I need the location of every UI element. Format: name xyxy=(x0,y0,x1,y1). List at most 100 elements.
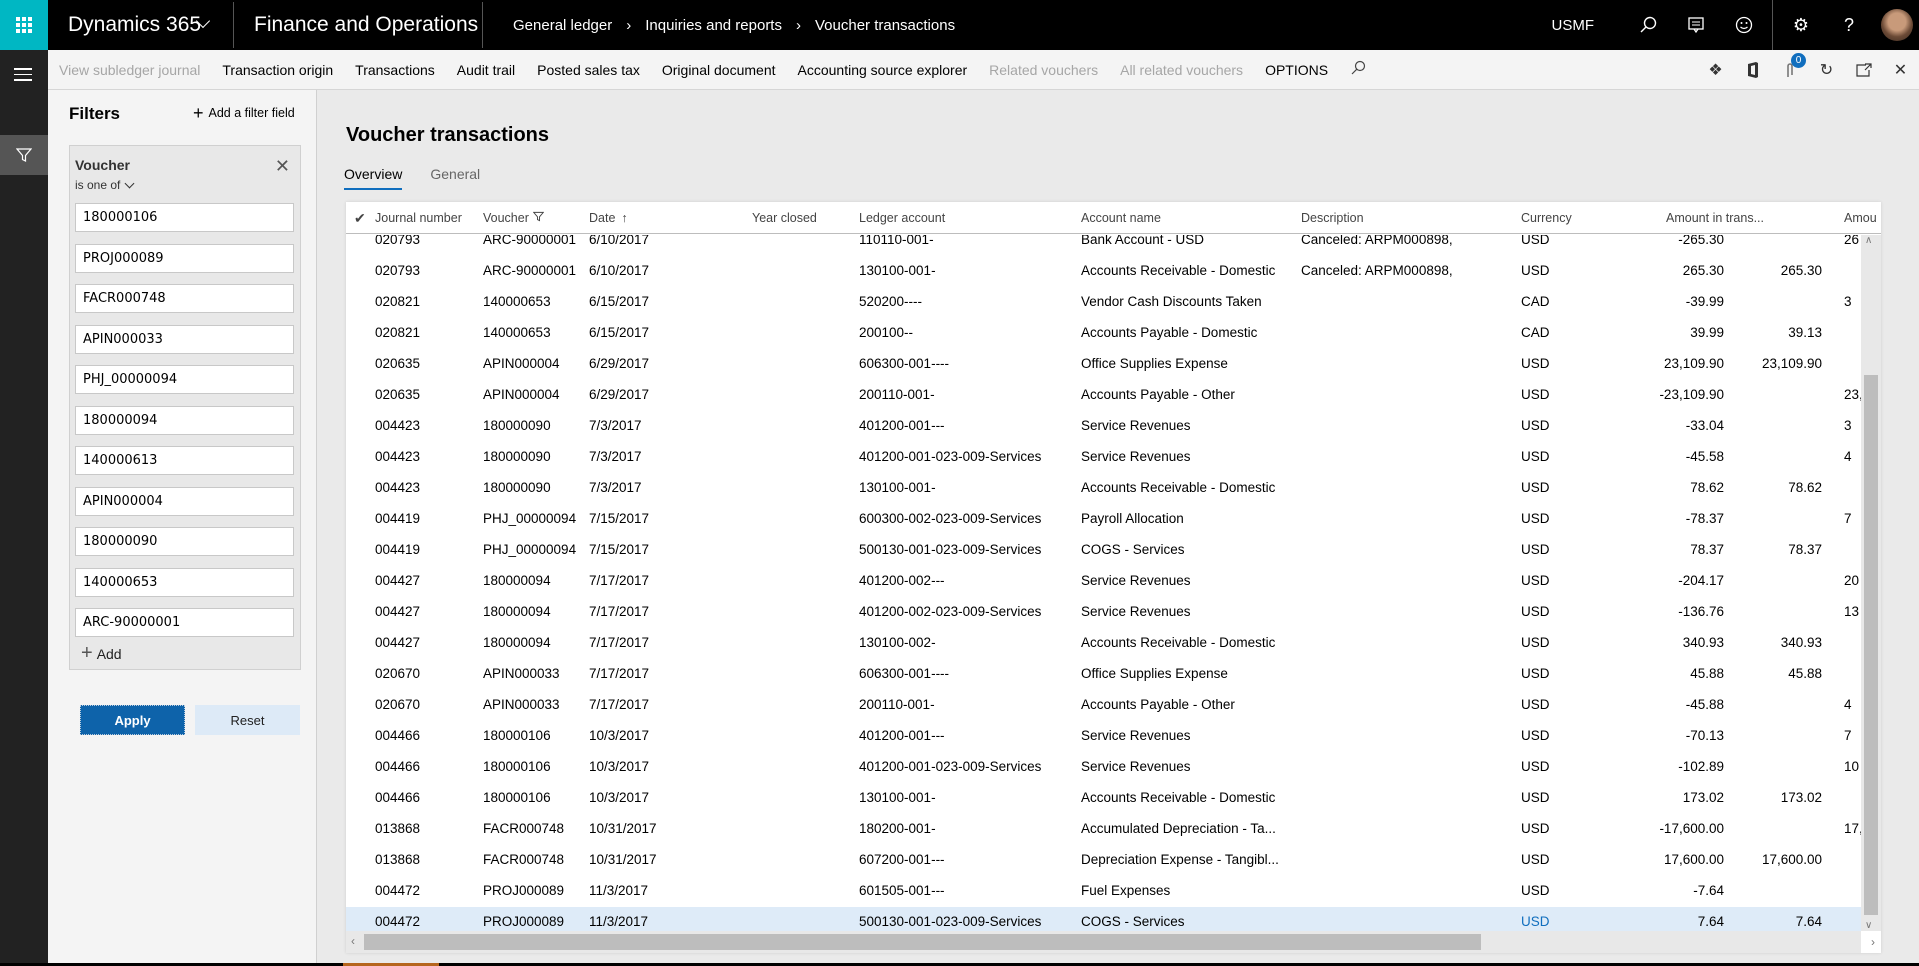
add-filter-value-button[interactable]: + Add xyxy=(81,642,122,665)
column-header-amount-in-transaction-currency[interactable]: Amount in trans... xyxy=(1666,211,1764,225)
table-row[interactable]: 020635 APIN000004 6/29/2017 200110-001- Acco… xyxy=(346,380,1861,411)
vertical-scrollbar-thumb[interactable] xyxy=(1864,375,1878,915)
horizontal-scrollbar[interactable]: ‹ xyxy=(346,931,1861,953)
voucher-filter-value-input[interactable] xyxy=(75,608,294,637)
action-transaction-origin-button[interactable]: Transaction origin xyxy=(222,62,333,78)
cell-ledger-account: 401200-002-023-009-Services xyxy=(859,604,1042,619)
table-row[interactable]: 004472 PROJ000089 11/3/2017 500130-001-023-… xyxy=(346,907,1861,931)
vertical-scrollbar[interactable]: ∧ ∨ xyxy=(1861,235,1881,931)
action-search-icon[interactable] xyxy=(1350,60,1366,81)
cell-voucher: ARC-90000001 xyxy=(483,235,577,247)
office-icon[interactable] xyxy=(1734,50,1771,90)
voucher-filter-value-input[interactable] xyxy=(75,324,294,354)
app-launcher-button[interactable] xyxy=(0,0,48,50)
voucher-filter-card: Voucher is one of ✕ + Add xyxy=(69,145,301,670)
scroll-up-icon[interactable]: ∧ xyxy=(1865,235,1872,246)
message-icon[interactable] xyxy=(1672,0,1720,50)
voucher-filter-value-input[interactable] xyxy=(75,446,294,475)
cell-ledger-account: 180200-001- xyxy=(859,821,936,836)
table-row[interactable]: 004427 180000094 7/17/2017 130100-002- Accou… xyxy=(346,628,1861,659)
attachments-icon[interactable]: 0 xyxy=(1771,50,1808,90)
avatar[interactable] xyxy=(1881,9,1913,41)
add-filter-field-button[interactable]: + Add a filter field xyxy=(193,104,295,122)
table-row[interactable]: 004466 180000106 10/3/2017 401200-001-023-0… xyxy=(346,752,1861,783)
remove-filter-close-icon[interactable]: ✕ xyxy=(275,156,290,177)
company-picker[interactable]: USMF xyxy=(1552,17,1595,34)
table-row[interactable]: 004427 180000094 7/17/2017 401200-002-023-0… xyxy=(346,597,1861,628)
help-icon[interactable]: ? xyxy=(1825,0,1873,50)
table-row[interactable]: 020670 APIN000033 7/17/2017 200110-001- Acco… xyxy=(346,690,1861,721)
horizontal-scrollbar-thumb[interactable] xyxy=(364,934,1481,950)
column-header-ledger-account[interactable]: Ledger account xyxy=(859,211,945,225)
column-header-currency[interactable]: Currency xyxy=(1521,211,1572,225)
table-row[interactable]: 004419 PHJ_00000094 7/15/2017 500130-001-02… xyxy=(346,535,1861,566)
action-accounting-source-explorer-button[interactable]: Accounting source explorer xyxy=(798,62,968,78)
table-row[interactable]: 004472 PROJ000089 11/3/2017 601505-001--- Fu… xyxy=(346,876,1861,907)
action-original-document-button[interactable]: Original document xyxy=(662,62,776,78)
tab-general[interactable]: General xyxy=(430,166,480,190)
cell-ledger-account: 606300-001---- xyxy=(859,356,950,371)
open-in-new-window-icon[interactable] xyxy=(1845,50,1882,90)
table-row[interactable]: 004419 PHJ_00000094 7/15/2017 600300-002-02… xyxy=(346,504,1861,535)
gear-icon[interactable]: ⚙ xyxy=(1777,0,1825,50)
voucher-filter-value-input[interactable] xyxy=(75,567,294,597)
table-row[interactable]: 013868 FACR000748 10/31/2017 607200-001--- D… xyxy=(346,845,1861,876)
refresh-icon[interactable]: ↻ xyxy=(1808,50,1845,90)
product-name[interactable]: Dynamics 365 xyxy=(68,13,201,37)
filter-operator-dropdown[interactable]: is one of xyxy=(75,178,135,192)
cell-account-name: Payroll Allocation xyxy=(1081,511,1184,526)
action-audit-trail-button[interactable]: Audit trail xyxy=(457,62,515,78)
action-transactions-button[interactable]: Transactions xyxy=(355,62,435,78)
voucher-filter-value-input[interactable] xyxy=(75,365,294,394)
table-row[interactable]: 004423 180000090 7/3/2017 401200-001--- Serv… xyxy=(346,411,1861,442)
apply-button[interactable]: Apply xyxy=(80,705,185,735)
voucher-filter-value-input[interactable] xyxy=(75,486,294,516)
cell-journal-number: 020670 xyxy=(375,666,421,681)
select-all-checkmark-icon[interactable]: ✔ xyxy=(354,210,366,227)
table-row[interactable]: 020821 140000653 6/15/2017 520200---- Vendor… xyxy=(346,287,1861,318)
table-row[interactable]: 004466 180000106 10/3/2017 401200-001--- Ser… xyxy=(346,721,1861,752)
search-icon[interactable] xyxy=(1624,0,1672,50)
column-header-account-name[interactable]: Account name xyxy=(1081,211,1161,225)
action-options-button[interactable]: OPTIONS xyxy=(1265,62,1328,78)
table-row[interactable]: 013868 FACR000748 10/31/2017 180200-001- Acc… xyxy=(346,814,1861,845)
table-row[interactable]: 020670 APIN000033 7/17/2017 606300-001---- O… xyxy=(346,659,1861,690)
power-apps-icon[interactable]: ❖ xyxy=(1697,50,1734,90)
table-row[interactable]: 020635 APIN000004 6/29/2017 606300-001---- O… xyxy=(346,349,1861,380)
column-header-description[interactable]: Description xyxy=(1301,211,1364,225)
column-header-date[interactable]: Date ↑ xyxy=(589,211,628,225)
cell-ledger-account: 520200---- xyxy=(859,294,923,309)
smiley-icon[interactable] xyxy=(1720,0,1768,50)
scroll-right-icon[interactable]: › xyxy=(1871,935,1875,949)
column-header-label: Amount in trans... xyxy=(1666,211,1764,225)
scroll-left-icon[interactable]: ‹ xyxy=(351,934,355,948)
column-header-voucher[interactable]: Voucher xyxy=(483,211,545,225)
tab-overview[interactable]: Overview xyxy=(344,166,403,190)
column-header-amount-column-partial[interactable]: Amou xyxy=(1844,211,1877,225)
table-row[interactable]: 004423 180000090 7/3/2017 130100-001- Accoun… xyxy=(346,473,1861,504)
voucher-filter-value-input[interactable] xyxy=(75,527,294,556)
table-row[interactable]: 020821 140000653 6/15/2017 200100-- Accounts… xyxy=(346,318,1861,349)
table-row[interactable]: 020793 ARC-90000001 6/10/2017 110110-001- Ba… xyxy=(346,235,1861,256)
cell-journal-number: 004466 xyxy=(375,759,421,774)
voucher-filter-value-input[interactable] xyxy=(75,405,294,435)
breadcrumb-voucher-transactions[interactable]: Voucher transactions xyxy=(815,17,955,34)
breadcrumb-general-ledger[interactable]: General ledger xyxy=(513,17,612,34)
filter-pane-toggle[interactable] xyxy=(0,135,48,175)
breadcrumb-inquiries-and-reports[interactable]: Inquiries and reports xyxy=(645,17,782,34)
scroll-down-icon[interactable]: ∨ xyxy=(1865,920,1872,931)
table-row[interactable]: 004423 180000090 7/3/2017 401200-001-023-00… xyxy=(346,442,1861,473)
close-icon[interactable]: ✕ xyxy=(1882,50,1919,90)
voucher-filter-value-input[interactable] xyxy=(75,243,294,273)
table-row[interactable]: 004427 180000094 7/17/2017 401200-002--- Ser… xyxy=(346,566,1861,597)
column-header-year-closed[interactable]: Year closed xyxy=(752,211,817,225)
cell-amount-column: 39.13 xyxy=(1788,325,1822,340)
table-row[interactable]: 004466 180000106 10/3/2017 130100-001- Accou… xyxy=(346,783,1861,814)
reset-button[interactable]: Reset xyxy=(195,705,300,735)
action-posted-sales-tax-button[interactable]: Posted sales tax xyxy=(537,62,640,78)
column-header-journal-number[interactable]: Journal number xyxy=(375,211,462,225)
voucher-filter-value-input[interactable] xyxy=(75,284,294,313)
voucher-filter-value-input[interactable] xyxy=(75,203,294,232)
hamburger-menu-icon[interactable] xyxy=(14,68,32,85)
table-row[interactable]: 020793 ARC-90000001 6/10/2017 130100-001- Ac… xyxy=(346,256,1861,287)
